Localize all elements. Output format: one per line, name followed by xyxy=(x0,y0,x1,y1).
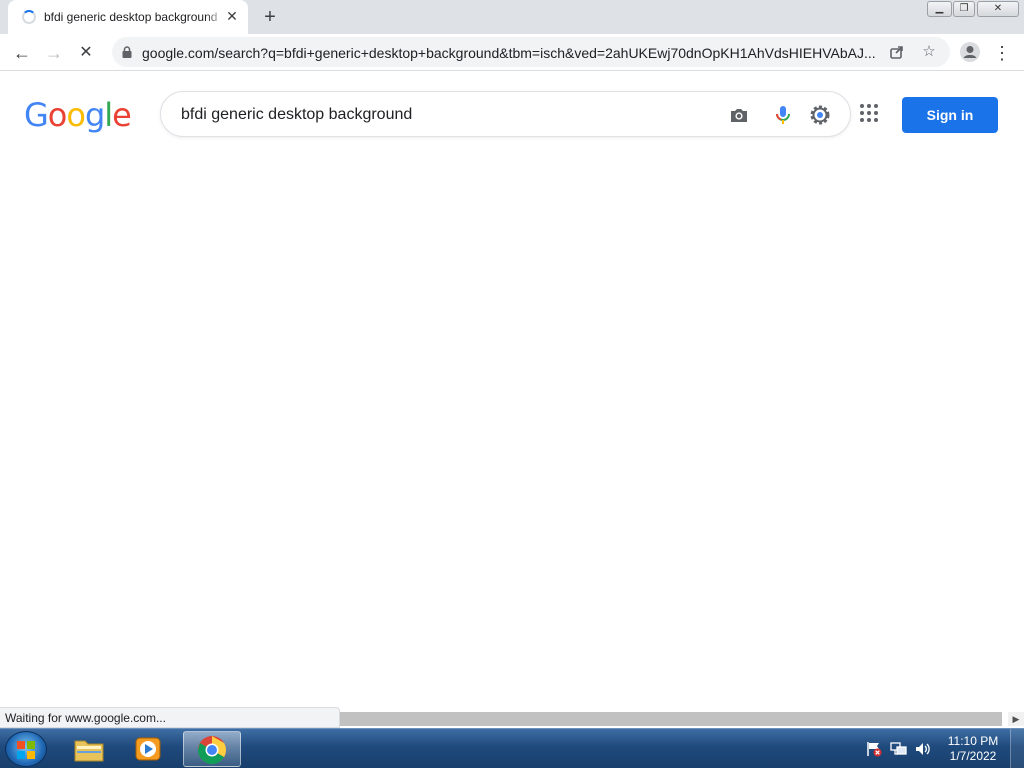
folder-icon xyxy=(74,740,104,762)
microphone-icon[interactable] xyxy=(771,103,795,127)
status-bubble: Waiting for www.google.com... xyxy=(0,707,340,728)
url-text[interactable]: google.com/search?q=bfdi+generic+desktop… xyxy=(142,45,882,61)
tab-strip: bfdi generic desktop background ✕ + ▁ ❐ … xyxy=(0,0,1024,34)
browser-tab[interactable]: bfdi generic desktop background ✕ xyxy=(8,0,248,34)
tab-close-icon[interactable]: ✕ xyxy=(224,8,240,24)
media-player-taskbar-button[interactable] xyxy=(120,731,178,767)
show-desktop-button[interactable] xyxy=(1010,729,1024,769)
horizontal-scrollbar[interactable] xyxy=(340,712,1002,726)
media-player-icon xyxy=(135,737,161,761)
logo-letter: l xyxy=(104,96,113,134)
settings-gear-icon[interactable] xyxy=(808,103,832,127)
logo-letter: o xyxy=(47,96,68,134)
window-close-button[interactable]: ✕ xyxy=(977,1,1019,17)
profile-avatar-icon[interactable] xyxy=(959,41,981,63)
camera-search-icon[interactable] xyxy=(727,103,751,127)
file-explorer-taskbar-button[interactable] xyxy=(60,731,118,767)
clock-time: 11:10 PM xyxy=(947,734,999,748)
lock-icon[interactable] xyxy=(122,46,132,58)
volume-icon[interactable] xyxy=(914,741,932,757)
search-input[interactable] xyxy=(181,104,701,126)
clock-date: 1/7/2022 xyxy=(949,749,997,763)
search-box xyxy=(160,91,851,137)
start-button[interactable] xyxy=(5,731,47,767)
action-center-flag-icon[interactable] xyxy=(866,741,882,757)
logo-letter: e xyxy=(112,96,132,134)
logo-letter: G xyxy=(24,96,49,134)
taskbar-clock[interactable]: 11:10 PM 1/7/2022 xyxy=(942,734,1004,764)
stop-loading-button[interactable]: ✕ xyxy=(74,41,98,65)
logo-letter: o xyxy=(66,96,86,134)
back-button[interactable]: ← xyxy=(10,41,34,65)
address-bar[interactable]: google.com/search?q=bfdi+generic+desktop… xyxy=(112,37,950,67)
google-logo[interactable]: Google xyxy=(24,96,132,134)
minimize-button[interactable]: ▁ xyxy=(927,1,952,17)
share-icon[interactable] xyxy=(888,43,906,61)
sign-in-button[interactable]: Sign in xyxy=(902,97,998,133)
logo-letter: g xyxy=(84,96,105,134)
browser-menu-button[interactable]: ⋮ xyxy=(990,41,1014,65)
tab-title: bfdi generic desktop background xyxy=(44,10,224,24)
network-icon[interactable] xyxy=(890,741,908,757)
restore-button[interactable]: ❐ xyxy=(953,1,975,17)
loading-spinner-icon xyxy=(22,10,36,24)
chrome-taskbar-button[interactable] xyxy=(183,731,241,767)
google-apps-icon[interactable] xyxy=(860,104,880,124)
scroll-right-arrow-icon[interactable]: ▶ xyxy=(1008,712,1024,726)
bookmark-star-icon[interactable]: ☆ xyxy=(920,43,938,61)
windows-logo-icon xyxy=(17,741,35,759)
chrome-icon xyxy=(198,736,226,764)
windows-taskbar: 11:10 PM 1/7/2022 xyxy=(0,728,1024,769)
forward-button[interactable]: → xyxy=(42,41,66,65)
new-tab-button[interactable]: + xyxy=(259,6,281,28)
browser-toolbar: ← → ✕ google.com/search?q=bfdi+generic+d… xyxy=(0,34,1024,71)
